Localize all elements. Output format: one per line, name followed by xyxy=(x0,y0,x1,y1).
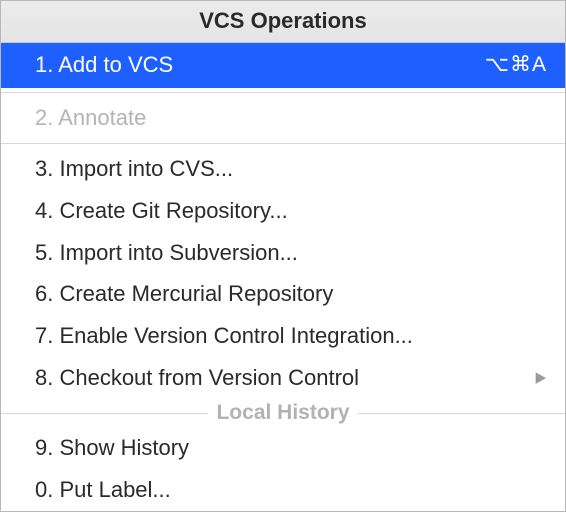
menu-item-label: 6. Create Mercurial Repository xyxy=(35,278,549,310)
menu-item-label: 7. Enable Version Control Integration... xyxy=(35,320,549,352)
menu-item-put-label[interactable]: 0. Put Label... xyxy=(1,469,565,511)
menu-item-label: 4. Create Git Repository... xyxy=(35,195,549,227)
menu-item-label: 3. Import into CVS... xyxy=(35,153,549,185)
menu-separator xyxy=(1,92,565,93)
menu-item-create-hg-repo[interactable]: 6. Create Mercurial Repository xyxy=(1,273,565,315)
menu-item-shortcut: ⌥⌘A xyxy=(485,50,547,80)
menu-item-label: 2. Annotate xyxy=(35,102,549,134)
menu-item-import-cvs[interactable]: 3. Import into CVS... xyxy=(1,148,565,190)
menu-item-label: 0. Put Label... xyxy=(35,474,549,506)
menu-item-label: 1. Add to VCS xyxy=(35,49,485,81)
menu-item-add-to-vcs[interactable]: 1. Add to VCS ⌥⌘A xyxy=(1,43,565,88)
menu-item-label: 8. Checkout from Version Control xyxy=(35,362,535,394)
section-label: Local History xyxy=(208,401,357,425)
submenu-arrow-icon: ▶ xyxy=(536,367,546,389)
popup-title: VCS Operations xyxy=(1,1,565,43)
menu-item-enable-vcs-integration[interactable]: 7. Enable Version Control Integration... xyxy=(1,315,565,357)
vcs-operations-popup: VCS Operations 1. Add to VCS ⌥⌘A 2. Anno… xyxy=(0,0,566,512)
menu-item-create-git-repo[interactable]: 4. Create Git Repository... xyxy=(1,190,565,232)
menu-separator xyxy=(1,143,565,144)
menu-item-show-history[interactable]: 9. Show History xyxy=(1,427,565,469)
menu-item-annotate: 2. Annotate xyxy=(1,97,565,139)
menu-item-checkout-vcs[interactable]: 8. Checkout from Version Control ▶ xyxy=(1,357,565,399)
menu-item-label: 9. Show History xyxy=(35,432,549,464)
menu-item-import-svn[interactable]: 5. Import into Subversion... xyxy=(1,232,565,274)
menu-item-label: 5. Import into Subversion... xyxy=(35,237,549,269)
section-separator-local-history: Local History xyxy=(1,401,565,425)
